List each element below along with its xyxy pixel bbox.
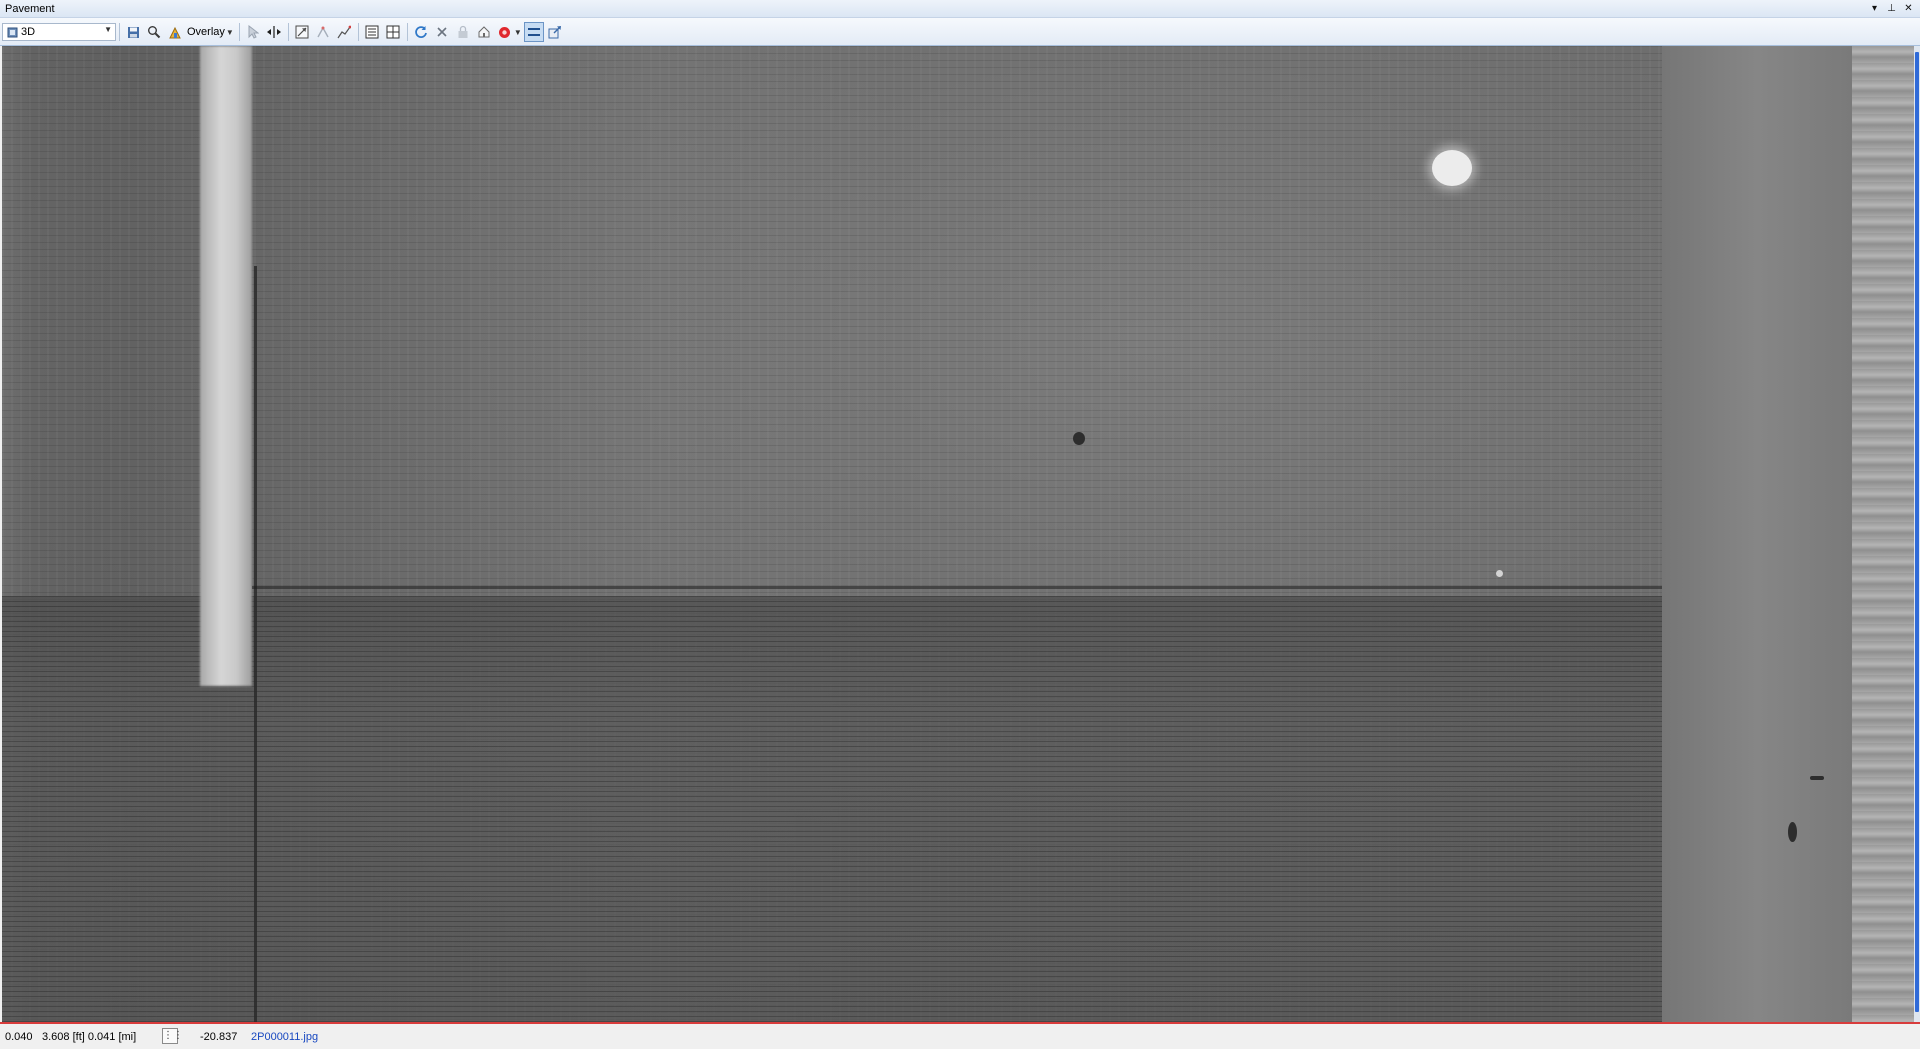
layout-single-icon[interactable] [362, 22, 382, 42]
window-controls: ▾ ⊥ ✕ [1867, 1, 1916, 16]
toolbar-separator [119, 23, 120, 41]
pavement-image-viewport[interactable] [2, 46, 1914, 1022]
vertical-scrollbar[interactable] [1914, 46, 1920, 1022]
close-icon[interactable]: ✕ [1901, 1, 1916, 16]
chevron-down-icon[interactable]: ▼ [104, 25, 112, 34]
toolbar-separator [406, 23, 408, 41]
lane-marking [200, 46, 252, 686]
pan-horizontal-icon[interactable] [264, 22, 284, 42]
stripe-icon[interactable] [523, 22, 544, 42]
save-icon[interactable] [123, 22, 143, 42]
status-bar: 0.040 3.608 [ft] 0.041 [mi] ⋮⋮ -20.837 2… [0, 1022, 1920, 1049]
view-mode-select[interactable]: 3D ▼ [2, 23, 116, 41]
status-value: -20.837 [200, 1031, 238, 1043]
refresh-icon[interactable] [411, 22, 431, 42]
toolbar: 3D ▼ Overlay ▼ ▼ [0, 18, 1920, 46]
record-icon[interactable] [495, 22, 515, 42]
overlay-paint-icon [165, 22, 185, 42]
lock-icon[interactable] [453, 22, 473, 42]
zoom-icon[interactable] [144, 22, 164, 42]
layout-split-icon[interactable] [383, 22, 403, 42]
pavement-speck [1496, 570, 1503, 577]
view-mode-icon [5, 25, 19, 39]
window-menu-icon[interactable]: ▾ [1867, 1, 1882, 16]
record-dropdown-chevron-icon[interactable]: ▼ [514, 28, 522, 37]
longitudinal-joint [254, 266, 257, 1022]
status-distance: 3.608 [ft] 0.041 [mi] [42, 1031, 137, 1043]
pavement-shoulder-band [1662, 46, 1852, 1022]
delete-icon[interactable] [432, 22, 452, 42]
export-icon[interactable] [545, 22, 565, 42]
scrollbar-thumb[interactable] [1915, 52, 1919, 1012]
status-chainage: 0.040 [5, 1031, 33, 1043]
pointer-icon[interactable] [243, 22, 263, 42]
window-titlebar: Pavement ▾ ⊥ ✕ [0, 0, 1920, 18]
grid-toggle-icon[interactable]: ⋮⋮ [162, 1028, 183, 1044]
toolbar-separator [238, 23, 240, 41]
status-file-link[interactable]: 2P000011.jpg [251, 1031, 318, 1043]
home-icon[interactable] [474, 22, 494, 42]
toolbar-separator [287, 23, 289, 41]
pavement-spall [1432, 150, 1472, 186]
overlay-dropdown-chevron-icon[interactable]: ▼ [226, 28, 234, 37]
polyline-icon[interactable] [334, 22, 354, 42]
measure-icon[interactable] [313, 22, 333, 42]
pin-icon[interactable]: ⊥ [1884, 1, 1899, 16]
fit-view-icon[interactable] [292, 22, 312, 42]
window-title: Pavement [5, 3, 55, 15]
toolbar-separator [357, 23, 359, 41]
transverse-joint [252, 586, 1662, 589]
overlay-button[interactable]: Overlay [165, 22, 227, 42]
view-mode-value: 3D [21, 26, 36, 38]
pavement-pothole [1788, 822, 1797, 842]
pavement-pothole [1073, 432, 1085, 445]
pavement-edge-strip [1852, 46, 1914, 1022]
pavement-crack-mark [1810, 776, 1824, 780]
overlay-label: Overlay [187, 26, 225, 38]
